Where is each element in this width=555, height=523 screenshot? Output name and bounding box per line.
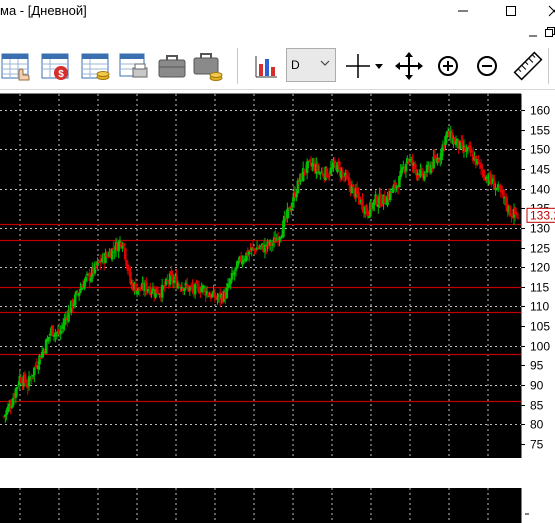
price-tick-label: 110 — [530, 300, 549, 314]
price-tick-label: 85 — [530, 399, 544, 413]
crosshair-button[interactable] — [342, 50, 374, 82]
candle-body — [11, 397, 15, 406]
money-briefcase-icon — [193, 53, 223, 81]
window-title: ма - [Дневной] — [0, 3, 87, 18]
price-tick-label: 115 — [530, 281, 549, 295]
app-window: ма - [Дневной] $ D 75 80 85 90 95 100 10… — [0, 0, 555, 523]
candle-body — [516, 217, 520, 219]
price-chart-svg[interactable]: 7580859095100105110115120125130135140145… — [0, 90, 555, 462]
portfolio-table-icon — [81, 53, 110, 80]
price-axis: 7580859095100105110115120125130135140145… — [521, 104, 555, 452]
block-icon: $ — [41, 53, 69, 80]
minimize-icon — [458, 10, 468, 12]
price-tick-label: 95 — [530, 359, 544, 373]
mdi-restore-icon[interactable] — [545, 27, 555, 37]
candle-body — [15, 386, 19, 390]
briefcase-icon — [158, 55, 186, 78]
zoom-in-icon — [438, 56, 458, 76]
print-table-icon — [119, 53, 148, 78]
indicator-panel-svg — [0, 488, 529, 523]
candle-body — [351, 184, 355, 187]
close-button[interactable] — [536, 0, 555, 22]
price-tick-label: 140 — [530, 183, 550, 197]
candle-body — [404, 164, 408, 172]
candle-body — [122, 243, 126, 247]
price-tick-label: 125 — [530, 242, 550, 256]
price-tick-label: 160 — [530, 104, 550, 118]
maximize-button[interactable] — [488, 0, 534, 22]
price-chart[interactable]: 7580859095100105110115120125130135140145… — [0, 90, 555, 462]
print-table-button[interactable] — [118, 50, 150, 82]
last-price-tag: 133.2 — [526, 207, 555, 223]
indicator-background — [0, 488, 521, 523]
mdi-controls — [0, 22, 555, 42]
bear-candle — [51, 324, 55, 337]
maximize-icon — [506, 6, 516, 16]
candle-body — [38, 355, 41, 365]
price-tick-label: 90 — [530, 379, 544, 393]
bar-chart-icon — [255, 56, 277, 78]
close-icon — [548, 5, 555, 17]
price-tick-label: 150 — [530, 143, 550, 157]
orders-button[interactable] — [0, 50, 32, 82]
price-tick-label: 120 — [530, 261, 550, 275]
candle-body — [413, 163, 417, 170]
toolbar-separator — [237, 48, 238, 84]
candle-body — [193, 284, 197, 295]
zoom-in-button[interactable] — [432, 50, 464, 82]
toolbar: $ D — [0, 42, 555, 90]
candle-body — [51, 325, 55, 337]
price-tick-label: 105 — [530, 320, 550, 334]
candle-body — [247, 251, 251, 255]
minimize-button[interactable] — [440, 0, 486, 22]
ruler-button[interactable] — [512, 50, 544, 82]
price-tick-label: 145 — [530, 163, 550, 177]
candle-body — [251, 246, 255, 248]
block-button[interactable]: $ — [40, 50, 72, 82]
chart-type-button[interactable] — [250, 50, 282, 82]
portfolio-table-button[interactable] — [80, 50, 112, 82]
zoom-out-button[interactable] — [471, 50, 503, 82]
price-tick-label: 80 — [530, 418, 544, 432]
candle-body — [333, 160, 337, 164]
candle-body — [290, 208, 293, 211]
chevron-down-icon — [320, 60, 330, 66]
price-tick-label: 75 — [530, 438, 544, 452]
candle-body — [477, 159, 480, 162]
zoom-out-icon — [477, 56, 497, 76]
svg-text:$: $ — [58, 69, 64, 80]
timeframe-value: D — [291, 58, 300, 72]
price-tick-label: 100 — [530, 340, 550, 354]
move-icon — [395, 52, 423, 80]
candle-body — [321, 173, 325, 176]
crosshair-icon — [346, 54, 370, 78]
candle-body — [396, 187, 400, 189]
briefcase-button[interactable] — [156, 50, 188, 82]
candle-body — [366, 210, 370, 217]
price-tick-label: 155 — [530, 124, 550, 138]
last-price-label: 133.2 — [530, 208, 555, 222]
candle-body — [319, 173, 322, 175]
candle-body — [123, 248, 127, 260]
toolbar-separator — [548, 48, 549, 84]
crosshair-dropdown[interactable] — [372, 50, 386, 82]
timeframe-select[interactable]: D — [286, 48, 336, 82]
indicator-panel[interactable] — [0, 462, 555, 523]
move-button[interactable] — [393, 50, 425, 82]
money-briefcase-button[interactable] — [192, 50, 224, 82]
price-tick-label: 130 — [530, 222, 550, 236]
ruler-icon — [513, 51, 543, 81]
candle-body — [73, 294, 77, 306]
title-bar[interactable]: ма - [Дневной] — [0, 0, 555, 22]
orders-icon — [1, 53, 30, 81]
caret-down-icon — [375, 64, 383, 69]
